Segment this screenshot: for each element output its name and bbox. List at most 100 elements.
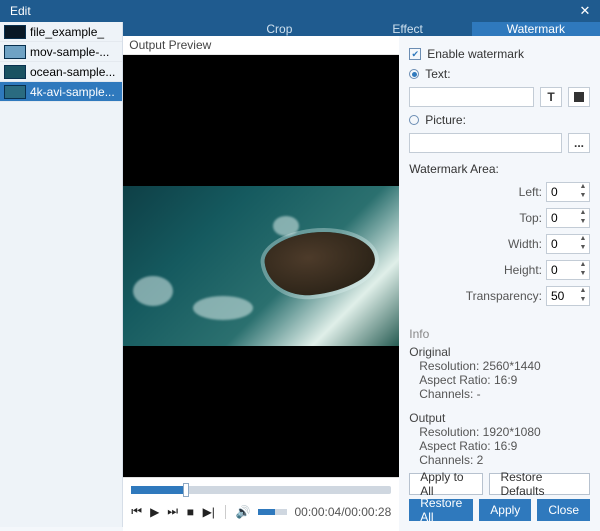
- output-header: Output: [409, 411, 590, 425]
- spin-down-icon[interactable]: ▼: [577, 244, 589, 253]
- foam: [193, 296, 253, 320]
- file-thumb-icon: [4, 85, 26, 99]
- transparency-spinner[interactable]: ▲▼: [546, 286, 590, 306]
- orig-resolution: Resolution: 2560*1440: [409, 359, 590, 373]
- seek-fill: [131, 486, 183, 494]
- file-item[interactable]: 4k-avi-sample...: [0, 82, 122, 102]
- main-area: Crop Effect Watermark Output Preview: [123, 22, 600, 527]
- volume-slider[interactable]: [258, 509, 287, 515]
- window-title: Edit: [10, 4, 576, 18]
- restore-defaults-button[interactable]: Restore Defaults: [489, 473, 590, 495]
- preview-label: Output Preview: [123, 36, 399, 55]
- app-body: file_example_ mov-sample-... ocean-sampl…: [0, 22, 600, 527]
- height-row: Height: ▲▼: [409, 260, 590, 280]
- volume-fill: [258, 509, 275, 515]
- orig-aspect: Aspect Ratio: 16:9: [409, 373, 590, 387]
- spin-down-icon[interactable]: ▼: [577, 192, 589, 201]
- orig-channels: Channels: -: [409, 387, 590, 401]
- spin-up-icon[interactable]: ▲: [577, 287, 589, 296]
- file-item[interactable]: ocean-sample...: [0, 62, 122, 82]
- info-section: Info Original Resolution: 2560*1440 Aspe…: [409, 327, 590, 467]
- width-input[interactable]: [547, 237, 577, 251]
- file-thumb-icon: [4, 25, 26, 39]
- next-frame-icon[interactable]: ⏭: [167, 504, 178, 519]
- file-item[interactable]: file_example_: [0, 22, 122, 42]
- step-icon[interactable]: ▶|: [203, 505, 215, 519]
- spin-down-icon[interactable]: ▼: [577, 296, 589, 305]
- top-row: Top: ▲▼: [409, 208, 590, 228]
- play-icon[interactable]: ▶: [150, 505, 159, 519]
- restore-all-button[interactable]: Restore All: [409, 499, 473, 521]
- picture-radio[interactable]: [409, 115, 419, 125]
- left-input[interactable]: [547, 185, 577, 199]
- spin-up-icon[interactable]: ▲: [577, 183, 589, 192]
- width-spinner[interactable]: ▲▼: [546, 234, 590, 254]
- width-row: Width: ▲▼: [409, 234, 590, 254]
- enable-watermark-checkbox[interactable]: ✔: [409, 48, 421, 60]
- tab-bar: Crop Effect Watermark: [123, 22, 600, 36]
- browse-button[interactable]: ...: [568, 133, 590, 153]
- file-thumb-icon: [4, 65, 26, 79]
- watermark-picture-input[interactable]: [409, 133, 562, 153]
- watermark-panel: ✔ Enable watermark Text: T Picture:: [399, 36, 600, 531]
- spin-up-icon[interactable]: ▲: [577, 209, 589, 218]
- seek-bar[interactable]: [131, 486, 391, 494]
- transparency-row: Transparency: ▲▼: [409, 286, 590, 306]
- info-header: Info: [409, 327, 590, 341]
- enable-row: ✔ Enable watermark: [409, 47, 590, 61]
- tab-crop[interactable]: Crop: [215, 22, 343, 36]
- height-input[interactable]: [547, 263, 577, 277]
- stop-icon[interactable]: ■: [186, 505, 194, 519]
- watermark-area-label: Watermark Area:: [409, 162, 499, 176]
- left-spinner[interactable]: ▲▼: [546, 182, 590, 202]
- close-icon[interactable]: ✕: [576, 3, 594, 19]
- transparency-label: Transparency:: [456, 289, 542, 303]
- watermark-text-input[interactable]: [409, 87, 534, 107]
- file-thumb-icon: [4, 45, 26, 59]
- picture-radio-label: Picture:: [425, 113, 466, 127]
- out-channels: Channels: 2: [409, 453, 590, 467]
- tab-effect[interactable]: Effect: [344, 22, 472, 36]
- file-sidebar: file_example_ mov-sample-... ocean-sampl…: [0, 22, 123, 527]
- timecode: 00:00:04/00:00:28: [295, 505, 392, 519]
- out-aspect: Aspect Ratio: 16:9: [409, 439, 590, 453]
- content: Output Preview ⏮: [123, 36, 600, 531]
- text-input-row: T: [409, 87, 590, 107]
- button-row-lower: Restore All Apply Close: [409, 495, 590, 525]
- spin-down-icon[interactable]: ▼: [577, 270, 589, 279]
- transparency-input[interactable]: [547, 289, 577, 303]
- close-button[interactable]: Close: [537, 499, 590, 521]
- titlebar: Edit ✕: [0, 0, 600, 22]
- file-name: file_example_: [30, 25, 104, 39]
- tab-watermark[interactable]: Watermark: [472, 22, 600, 36]
- apply-all-button[interactable]: Apply to All: [409, 473, 483, 495]
- tab-spacer: [123, 22, 215, 36]
- text-radio-label: Text:: [425, 67, 450, 81]
- text-radio[interactable]: [409, 69, 419, 79]
- seek-thumb[interactable]: [183, 483, 189, 497]
- spin-up-icon[interactable]: ▲: [577, 235, 589, 244]
- control-row: ⏮ ▶ ⏭ ■ ▶| 🔊 00:00:04/00:00:28: [131, 504, 391, 519]
- text-color-button[interactable]: [568, 87, 590, 107]
- top-input[interactable]: [547, 211, 577, 225]
- file-name: 4k-avi-sample...: [30, 85, 115, 99]
- foam: [133, 276, 173, 306]
- button-row-upper: Apply to All Restore Defaults: [409, 467, 590, 495]
- top-spinner[interactable]: ▲▼: [546, 208, 590, 228]
- height-spinner[interactable]: ▲▼: [546, 260, 590, 280]
- apply-button[interactable]: Apply: [479, 499, 531, 521]
- left-row: Left: ▲▼: [409, 182, 590, 202]
- height-label: Height:: [472, 263, 542, 277]
- spin-up-icon[interactable]: ▲: [577, 261, 589, 270]
- foam: [273, 216, 299, 236]
- rock-shape: [262, 226, 378, 299]
- file-item[interactable]: mov-sample-...: [0, 42, 122, 62]
- prev-frame-icon[interactable]: ⏮: [131, 504, 142, 519]
- font-button[interactable]: T: [540, 87, 562, 107]
- spin-down-icon[interactable]: ▼: [577, 218, 589, 227]
- video-frame: [123, 186, 399, 346]
- separator: [225, 505, 226, 519]
- file-name: ocean-sample...: [30, 65, 115, 79]
- volume-icon[interactable]: 🔊: [236, 505, 250, 519]
- left-label: Left:: [472, 185, 542, 199]
